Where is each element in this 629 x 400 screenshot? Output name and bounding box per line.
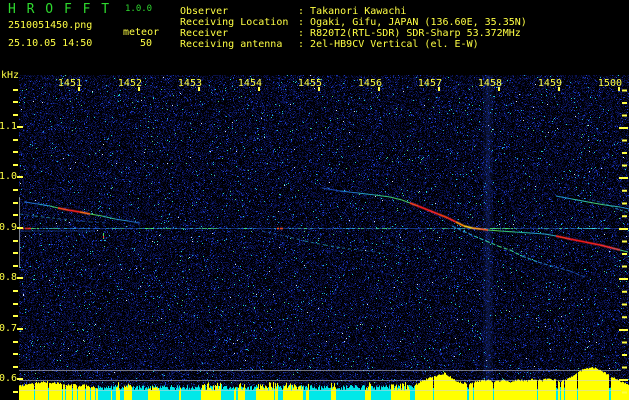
info-value: Ogaki, Gifu, JAPAN (136.60E, 35.35N) — [310, 17, 527, 28]
time-tick — [438, 87, 440, 91]
freq-major-tick — [17, 378, 23, 380]
info-colon: : — [298, 6, 310, 17]
datetime-label: 25.10.05 14:50 — [8, 38, 92, 49]
freq-major-tick — [17, 176, 23, 178]
time-tick — [198, 87, 200, 91]
spectrogram-canvas — [19, 75, 629, 400]
freq-minor-tick — [13, 151, 18, 153]
time-tick — [498, 87, 500, 91]
mode-label: meteor — [123, 27, 159, 38]
app-title: H R O F F T — [8, 2, 111, 17]
freq-minor-tick — [13, 391, 18, 393]
hrofft-screen: H R O F F T 1.0.0 2510051450.png meteor … — [0, 0, 629, 400]
freq-minor-tick — [13, 164, 18, 166]
freq-minor-tick — [13, 139, 18, 141]
freq-minor-tick — [13, 315, 18, 317]
freq-label-0.6: 0.6 — [0, 374, 17, 384]
info-label: Receiving antenna — [180, 39, 298, 50]
station-info-row-2: Receiver: R820T2(RTL-SDR) SDR-Sharp 53.3… — [180, 28, 620, 39]
time-tick — [558, 87, 560, 91]
info-colon: : — [298, 28, 310, 39]
freq-minor-tick — [13, 202, 18, 204]
info-colon: : — [298, 17, 310, 28]
freq-minor-tick — [13, 366, 18, 368]
info-label: Observer — [180, 6, 298, 17]
freq-minor-tick — [13, 240, 18, 242]
info-label: Receiving Location — [180, 17, 298, 28]
app-version: 1.0.0 — [125, 4, 152, 14]
freq-minor-tick — [13, 89, 18, 91]
freq-unit-label: kHz — [1, 70, 19, 81]
freq-minor-tick — [13, 290, 18, 292]
freq-label-1.0: 1.0 — [0, 172, 17, 182]
time-tick — [378, 87, 380, 91]
time-tick — [318, 87, 320, 91]
freq-major-tick — [17, 277, 23, 279]
freq-major-tick — [17, 328, 23, 330]
info-colon: : — [298, 39, 310, 50]
info-label: Receiver — [180, 28, 298, 39]
station-info-row-3: Receiving antenna: 2el-HB9CV Vertical (e… — [180, 39, 620, 50]
time-tick — [258, 87, 260, 91]
freq-minor-tick — [13, 101, 18, 103]
time-tick — [78, 87, 80, 91]
freq-label-0.9: 0.9 — [0, 223, 17, 233]
freq-label-1.1: 1.1 — [0, 122, 17, 132]
freq-minor-tick — [13, 214, 18, 216]
freq-minor-tick — [13, 303, 18, 305]
freq-minor-tick — [13, 353, 18, 355]
freq-label-0.7: 0.7 — [0, 324, 17, 334]
echo-count: 50 — [134, 38, 152, 49]
time-tick — [138, 87, 140, 91]
info-value: R820T2(RTL-SDR) SDR-Sharp 53.372MHz — [310, 28, 521, 39]
freq-minor-tick — [13, 341, 18, 343]
output-filename: 2510051450.png — [8, 20, 92, 31]
freq-major-tick — [17, 126, 23, 128]
freq-major-tick — [17, 227, 23, 229]
freq-minor-tick — [13, 265, 18, 267]
info-value: Takanori Kawachi — [310, 6, 406, 17]
freq-minor-tick — [13, 114, 18, 116]
freq-minor-tick — [13, 252, 18, 254]
station-info-row-1: Receiving Location: Ogaki, Gifu, JAPAN (… — [180, 17, 620, 28]
station-info: Observer: Takanori KawachiReceiving Loca… — [180, 6, 620, 50]
freq-label-0.8: 0.8 — [0, 273, 17, 283]
station-info-row-0: Observer: Takanori Kawachi — [180, 6, 620, 17]
freq-minor-tick — [13, 189, 18, 191]
info-value: 2el-HB9CV Vertical (el. E-W) — [310, 39, 479, 50]
time-tick — [618, 87, 620, 91]
